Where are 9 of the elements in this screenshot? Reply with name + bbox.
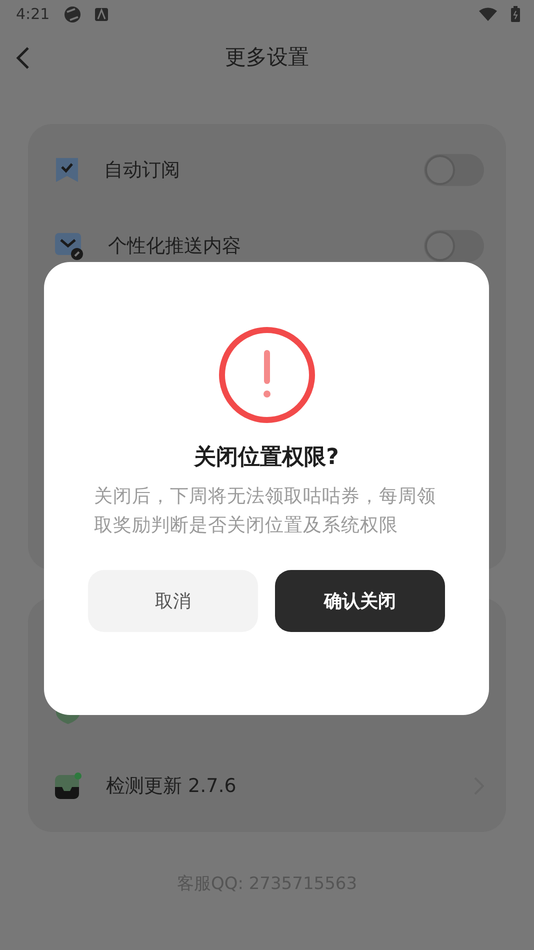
setting-label: 检测更新 2.7.6	[106, 774, 238, 799]
status-time: 4:21	[16, 5, 50, 23]
cancel-button[interactable]: 取消	[88, 570, 258, 632]
setting-label: 个性化推送内容	[108, 234, 242, 259]
confirm-button[interactable]: 确认关闭	[275, 570, 445, 632]
setting-label: 自动订阅	[104, 158, 181, 183]
dialog-message: 关闭后，下周将无法领取咕咕券，每周领取奖励判断是否关闭位置及系统权限	[94, 485, 437, 538]
page-title: 更多设置	[225, 44, 309, 71]
dialog-title: 关闭位置权限?	[194, 444, 339, 472]
